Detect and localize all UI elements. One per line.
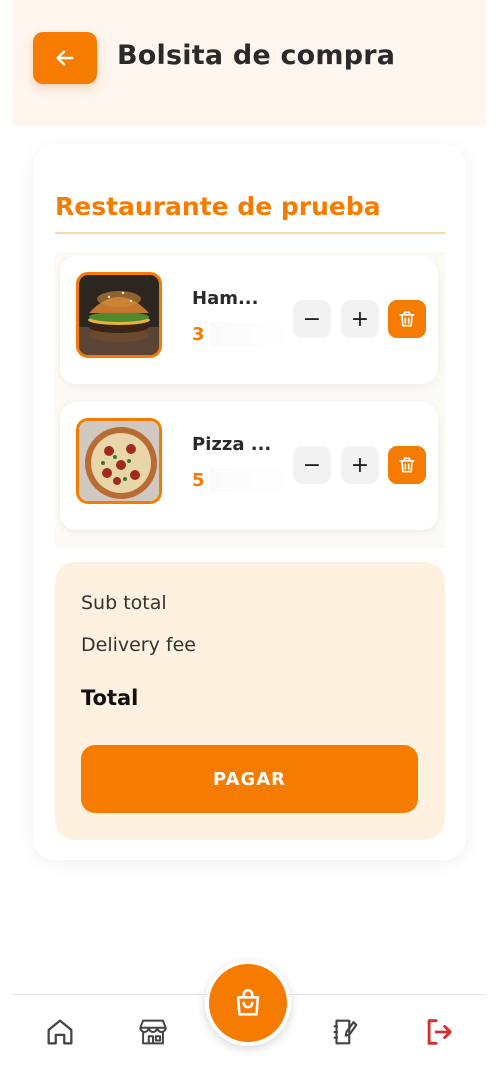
store-icon[interactable]: [136, 1015, 170, 1049]
decrease-button[interactable]: −: [293, 300, 331, 338]
delete-button[interactable]: [388, 446, 426, 484]
item-quantity: 5: [192, 470, 205, 491]
qty-highlight: [210, 468, 290, 492]
cart-item: Pizza ... 5 − +: [60, 402, 438, 530]
increase-button[interactable]: +: [341, 300, 379, 338]
qty-highlight: [210, 322, 290, 346]
minus-icon: −: [302, 306, 322, 332]
notebook-icon[interactable]: [328, 1015, 362, 1049]
item-image-pizza: [76, 418, 162, 504]
order-summary: Sub total Delivery fee Total PAGAR: [55, 562, 445, 840]
page-title: Bolsita de compra: [117, 40, 396, 71]
divider: [55, 232, 445, 234]
item-quantity: 3: [192, 324, 205, 345]
total-label: Total: [81, 686, 139, 710]
cart-item: Ham... 3 − +: [60, 256, 438, 384]
restaurant-name: Restaurante de prueba: [55, 192, 381, 221]
subtotal-label: Sub total: [81, 592, 167, 614]
logout-icon[interactable]: [422, 1015, 456, 1049]
trash-icon: [399, 311, 415, 327]
increase-button[interactable]: +: [341, 446, 379, 484]
trash-icon: [399, 457, 415, 473]
arrow-left-icon: [56, 50, 74, 66]
shopping-bag-button[interactable]: [205, 960, 291, 1046]
cart-items-list: Ham... 3 − + Pizza ... 5 − +: [55, 252, 445, 548]
back-button[interactable]: [33, 32, 97, 84]
item-name: Pizza ...: [192, 434, 272, 455]
cart-card: Restaurante de prueba Ham... 3 − + Pizza…: [33, 144, 466, 860]
minus-icon: −: [302, 452, 322, 478]
decrease-button[interactable]: −: [293, 446, 331, 484]
header: Bolsita de compra: [12, 0, 486, 126]
delete-button[interactable]: [388, 300, 426, 338]
delivery-fee-label: Delivery fee: [81, 634, 196, 656]
plus-icon: +: [350, 306, 370, 332]
item-image-hamburger: [76, 272, 162, 358]
plus-icon: +: [350, 452, 370, 478]
pay-button[interactable]: PAGAR: [81, 745, 418, 813]
home-icon[interactable]: [43, 1015, 77, 1049]
shopping-bag-icon: [236, 988, 260, 1016]
item-name: Ham...: [192, 288, 259, 309]
